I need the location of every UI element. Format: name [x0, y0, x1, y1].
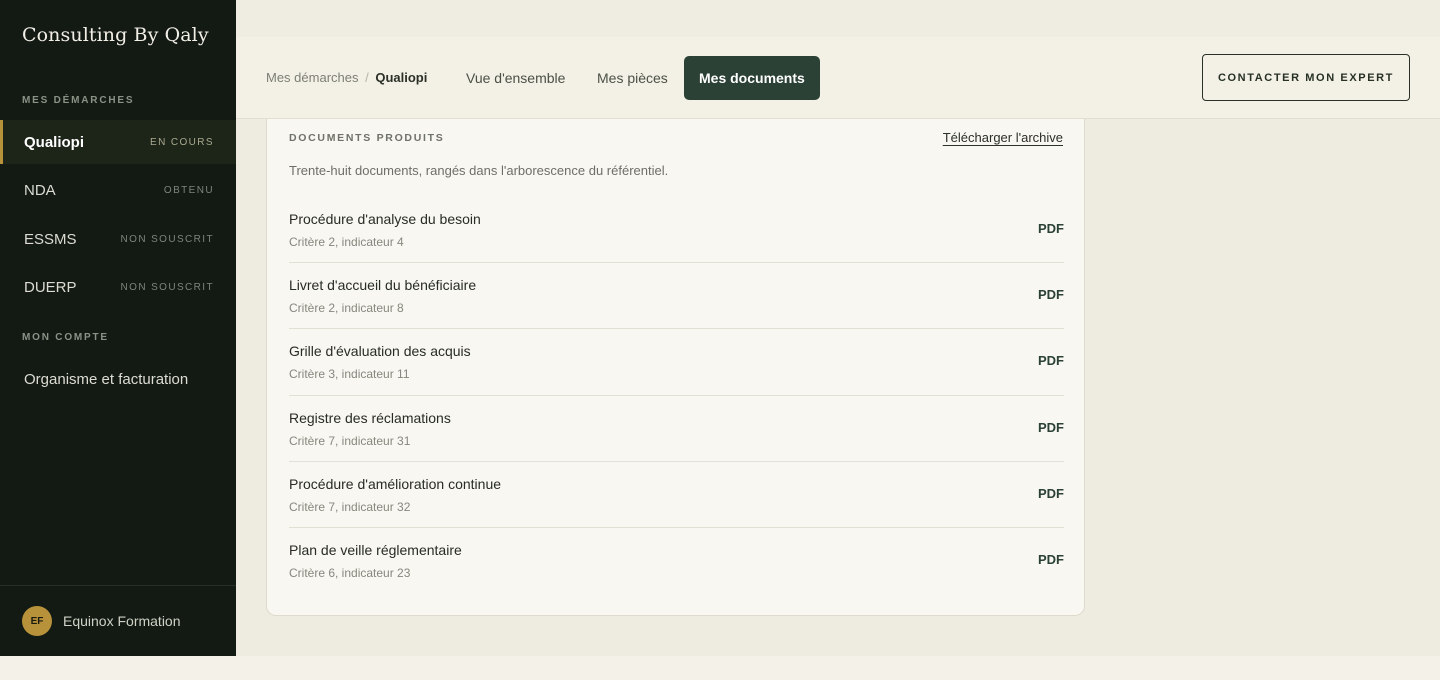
sidebar-item-essms[interactable]: ESSMS NON SOUSCRIT	[0, 217, 236, 261]
pdf-download-button[interactable]: PDF	[1038, 353, 1064, 368]
list-item[interactable]: Plan de veille réglementaire Critère 6, …	[289, 528, 1064, 594]
document-reference: Critère 7, indicateur 31	[289, 433, 411, 448]
breadcrumb-current: Qualiopi	[375, 70, 428, 85]
sidebar-item-label: DUERP	[24, 278, 77, 296]
documents-card: DOCUMENTS PRODUITS Télécharger l'archive…	[266, 119, 1085, 616]
document-name: Registre des réclamations	[289, 409, 451, 426]
sidebar-item-organisme[interactable]: Organisme et facturation	[0, 357, 236, 401]
status-badge: NON SOUSCRIT	[120, 281, 214, 293]
document-list: Procédure d'analyse du besoin Critère 2,…	[289, 197, 1064, 594]
pdf-download-button[interactable]: PDF	[1038, 486, 1064, 501]
top-strip	[236, 0, 1440, 37]
sidebar-item-label: ESSMS	[24, 230, 77, 248]
organization-name: Equinox Formation	[63, 613, 181, 629]
pdf-download-button[interactable]: PDF	[1038, 287, 1064, 302]
contact-expert-button[interactable]: CONTACTER MON EXPERT	[1202, 54, 1410, 101]
tab-vue-ensemble[interactable]: Vue d'ensemble	[451, 56, 580, 100]
list-item[interactable]: Procédure d'amélioration continue Critèr…	[289, 462, 1064, 528]
document-reference: Critère 6, indicateur 23	[289, 565, 411, 580]
list-item[interactable]: Livret d'accueil du bénéficiaire Critère…	[289, 263, 1064, 330]
breadcrumb-parent[interactable]: Mes démarches	[266, 70, 358, 85]
status-badge: OBTENU	[163, 184, 214, 196]
sidebar-item-label: Qualiopi	[24, 133, 84, 151]
list-item[interactable]: Procédure d'analyse du besoin Critère 2,…	[289, 197, 1064, 264]
sidebar-item-duerp[interactable]: DUERP NON SOUSCRIT	[0, 265, 236, 309]
app-root: Consulting By Qaly MES DÉMARCHES Qualiop…	[0, 0, 1440, 680]
pdf-download-button[interactable]: PDF	[1038, 221, 1064, 236]
section-label-compte: MON COMPTE	[22, 332, 109, 343]
breadcrumb-separator: /	[365, 70, 369, 85]
download-archive-link[interactable]: Télécharger l'archive	[943, 130, 1063, 145]
list-item[interactable]: Registre des réclamations Critère 7, ind…	[289, 396, 1064, 462]
bottom-strip	[0, 656, 1440, 680]
document-reference: Critère 7, indicateur 32	[289, 499, 411, 514]
tab-mes-pieces[interactable]: Mes pièces	[582, 56, 683, 100]
status-badge: NON SOUSCRIT	[120, 233, 214, 245]
sidebar: Consulting By Qaly MES DÉMARCHES Qualiop…	[0, 0, 236, 656]
document-reference: Critère 3, indicateur 11	[289, 367, 410, 382]
document-name: Plan de veille réglementaire	[289, 541, 462, 558]
sidebar-item-label: Organisme et facturation	[24, 370, 189, 388]
section-label-demarches: MES DÉMARCHES	[22, 95, 135, 106]
sidebar-footer[interactable]: EF Equinox Formation	[0, 585, 236, 656]
document-name: Procédure d'amélioration continue	[289, 475, 502, 492]
document-name: Procédure d'analyse du besoin	[289, 211, 481, 227]
pdf-download-button[interactable]: PDF	[1038, 552, 1064, 567]
document-reference: Critère 2, indicateur 4	[289, 235, 404, 249]
card-title: DOCUMENTS PRODUITS	[289, 132, 445, 144]
list-item[interactable]: Grille d'évaluation des acquis Critère 3…	[289, 329, 1064, 396]
sidebar-item-qualiopi[interactable]: Qualiopi EN COURS	[0, 120, 236, 164]
sidebar-item-nda[interactable]: NDA OBTENU	[0, 168, 236, 212]
breadcrumb: Mes démarches / Qualiopi	[266, 70, 427, 85]
page-header: Mes démarches / Qualiopi Vue d'ensemble …	[236, 37, 1440, 119]
avatar: EF	[22, 606, 52, 636]
document-reference: Critère 2, indicateur 8	[289, 301, 404, 316]
main-content: DOCUMENTS PRODUITS Télécharger l'archive…	[236, 119, 1440, 656]
sidebar-item-label: NDA	[24, 181, 56, 199]
tab-mes-documents[interactable]: Mes documents	[684, 56, 820, 100]
document-name: Grille d'évaluation des acquis	[289, 343, 471, 360]
pdf-download-button[interactable]: PDF	[1038, 420, 1064, 435]
brand-logo[interactable]: Consulting By Qaly	[22, 24, 209, 46]
status-badge: EN COURS	[150, 136, 214, 148]
card-description: Trente-huit documents, rangés dans l'arb…	[289, 163, 669, 178]
document-name: Livret d'accueil du bénéficiaire	[289, 277, 477, 294]
